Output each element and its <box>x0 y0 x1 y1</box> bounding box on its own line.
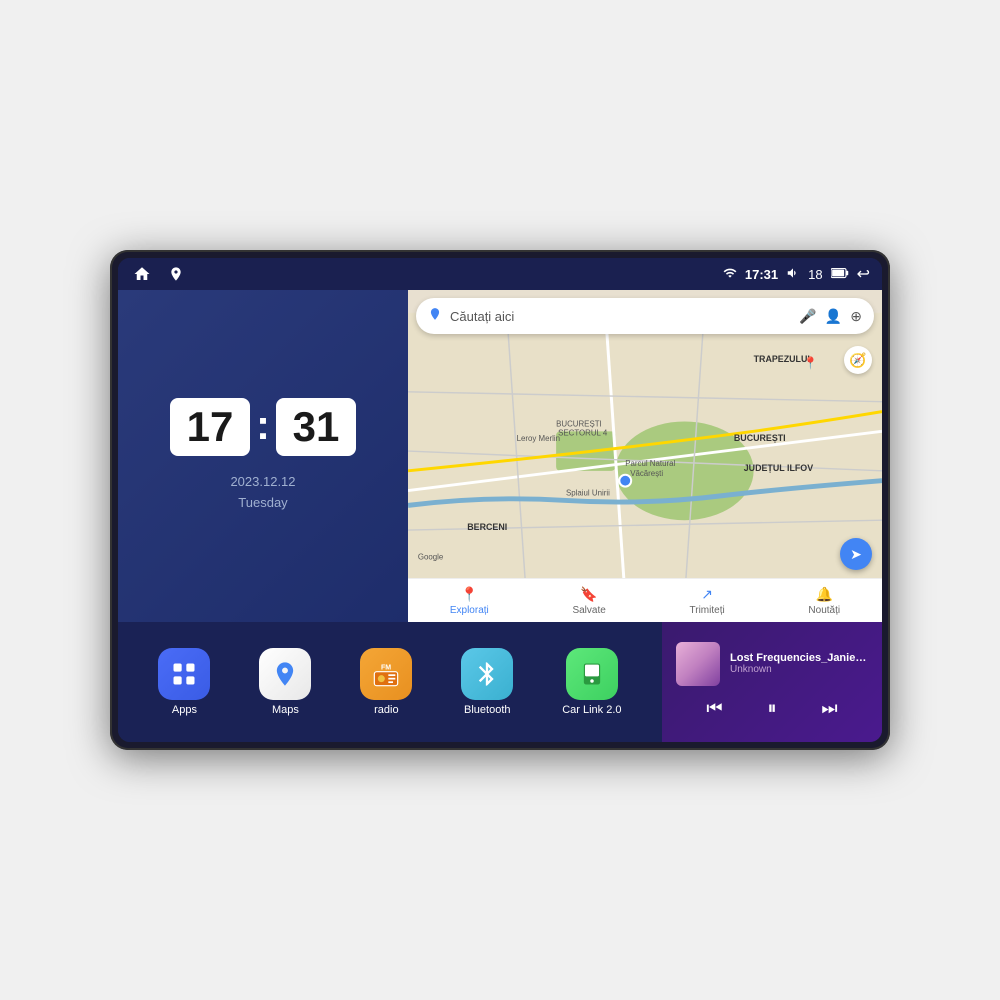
status-time: 17:31 <box>745 267 778 282</box>
maps-icon <box>259 648 311 700</box>
svg-text:BUCUREȘTI: BUCUREȘTI <box>734 433 786 443</box>
bluetooth-label: Bluetooth <box>464 704 510 716</box>
music-info: Lost Frequencies_Janieck Devy-... Unknow… <box>730 652 868 675</box>
bluetooth-icon <box>461 648 513 700</box>
explore-label: Explorați <box>450 605 489 616</box>
radio-label: radio <box>374 704 398 716</box>
mic-icon[interactable]: 🎤 <box>799 308 816 325</box>
svg-text:Văcărești: Văcărești <box>630 469 663 478</box>
navigate-button[interactable]: ➤ <box>840 538 872 570</box>
home-button[interactable] <box>130 262 154 286</box>
clock-colon: : <box>256 401 270 449</box>
svg-text:Splaiul Unirii: Splaiul Unirii <box>566 489 610 498</box>
svg-text:FM: FM <box>381 664 391 671</box>
map-area[interactable]: TRAPEZULUI BUCUREȘTI JUDEȚUL ILFOV BERCE… <box>408 290 882 622</box>
svg-text:Parcul Natural: Parcul Natural <box>625 459 675 468</box>
music-thumb-image <box>676 642 720 686</box>
svg-text:JUDEȚUL ILFOV: JUDEȚUL ILFOV <box>744 463 813 473</box>
music-top: Lost Frequencies_Janieck Devy-... Unknow… <box>676 642 868 686</box>
apps-area: Apps Maps <box>118 622 662 742</box>
carlink-label: Car Link 2.0 <box>562 704 621 716</box>
map-search-actions: 🎤 👤 ⊕ <box>799 308 862 325</box>
map-explore-tab[interactable]: 📍 Explorați <box>450 586 489 616</box>
app-item-apps[interactable]: Apps <box>158 648 210 716</box>
svg-text:📍: 📍 <box>803 356 818 370</box>
svg-text:Leroy Merlin: Leroy Merlin <box>517 434 560 443</box>
explore-icon: 📍 <box>461 586 478 603</box>
music-controls: ⏮ ⏸ ⏭ <box>676 694 868 723</box>
saved-label: Salvate <box>572 605 605 616</box>
music-player: Lost Frequencies_Janieck Devy-... Unknow… <box>662 622 882 742</box>
svg-text:Google: Google <box>418 553 444 562</box>
prev-button[interactable]: ⏮ <box>698 694 730 723</box>
saved-icon: 🔖 <box>580 586 597 603</box>
user-icon[interactable]: 👤 <box>825 308 842 325</box>
clock-date: 2023.12.12 Tuesday <box>230 472 295 514</box>
svg-text:SECTORUL 4: SECTORUL 4 <box>558 428 608 437</box>
map-saved-tab[interactable]: 🔖 Salvate <box>572 586 605 616</box>
svg-text:BERCENI: BERCENI <box>467 522 507 532</box>
music-title: Lost Frequencies_Janieck Devy-... <box>730 652 868 664</box>
layers-icon[interactable]: ⊕ <box>850 308 862 325</box>
bottom-section: Apps Maps <box>118 622 882 742</box>
news-icon: 🔔 <box>816 586 833 603</box>
clock-minutes: 31 <box>276 398 356 456</box>
device-frame: 17:31 18 ↩ <box>110 250 890 750</box>
share-icon: ↗ <box>701 586 713 603</box>
news-label: Noutăți <box>808 605 840 616</box>
volume-level: 18 <box>808 267 822 282</box>
screen: 17:31 18 ↩ <box>118 258 882 742</box>
maps-status-icon[interactable] <box>164 262 188 286</box>
maps-label: Maps <box>272 704 299 716</box>
map-share-tab[interactable]: ↗ Trimiteți <box>690 586 725 616</box>
status-left <box>130 262 188 286</box>
apps-icon <box>158 648 210 700</box>
map-pin-icon <box>428 307 442 326</box>
app-item-radio[interactable]: FM radio <box>360 648 412 716</box>
svg-text:BUCUREȘTI: BUCUREȘTI <box>556 419 602 428</box>
apps-label: Apps <box>172 704 197 716</box>
volume-icon <box>786 266 800 283</box>
radio-icon: FM <box>360 648 412 700</box>
share-label: Trimiteți <box>690 605 725 616</box>
app-item-carlink[interactable]: Car Link 2.0 <box>562 648 621 716</box>
status-right: 17:31 18 ↩ <box>723 264 870 284</box>
back-button[interactable]: ↩ <box>857 264 870 284</box>
svg-text:TRAPEZULUI: TRAPEZULUI <box>754 354 810 364</box>
map-news-tab[interactable]: 🔔 Noutăți <box>808 586 840 616</box>
clock-widget: 17 : 31 2023.12.12 Tuesday <box>118 290 408 622</box>
map-search-text: Căutați aici <box>450 309 791 324</box>
play-pause-button[interactable]: ⏸ <box>759 694 784 723</box>
compass-button[interactable]: 🧭 <box>844 346 872 374</box>
clock-display: 17 : 31 <box>170 398 356 456</box>
map-bottom-bar: 📍 Explorați 🔖 Salvate ↗ Trimiteți 🔔 <box>408 578 882 622</box>
status-bar: 17:31 18 ↩ <box>118 258 882 290</box>
music-artist: Unknown <box>730 664 868 675</box>
music-thumbnail <box>676 642 720 686</box>
app-item-maps[interactable]: Maps <box>259 648 311 716</box>
signal-icon <box>723 266 737 283</box>
main-area: 17 : 31 2023.12.12 Tuesday <box>118 290 882 742</box>
map-search-bar[interactable]: Căutați aici 🎤 👤 ⊕ <box>416 298 874 334</box>
app-item-bluetooth[interactable]: Bluetooth <box>461 648 513 716</box>
next-button[interactable]: ⏭ <box>813 694 845 723</box>
clock-hours: 17 <box>170 398 250 456</box>
battery-icon <box>831 266 849 283</box>
top-section: 17 : 31 2023.12.12 Tuesday <box>118 290 882 622</box>
carlink-icon <box>566 648 618 700</box>
